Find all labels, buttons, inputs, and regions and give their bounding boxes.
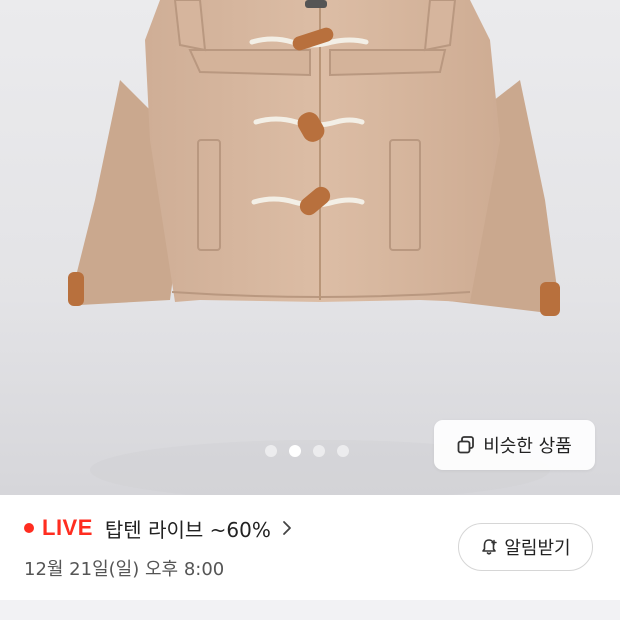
bell-plus-icon (482, 539, 498, 555)
carousel-dot[interactable] (313, 445, 325, 457)
similar-products-label: 비슷한 상품 (483, 436, 572, 457)
carousel-dot[interactable] (337, 445, 349, 457)
similar-products-button[interactable]: 비슷한 상품 (434, 420, 595, 470)
live-datetime: 12월 21일(일) 오후 8:00 (24, 559, 225, 580)
live-header[interactable]: LIVE 탑텐 라이브 ~60% (24, 512, 293, 544)
carousel-dot[interactable] (265, 445, 277, 457)
carousel-indicator (265, 445, 349, 457)
alarm-subscribe-button[interactable]: 알림받기 (458, 523, 593, 571)
product-image-carousel[interactable]: 비슷한 상품 (0, 0, 620, 495)
carousel-dot-active[interactable] (289, 445, 301, 457)
alarm-subscribe-label: 알림받기 (504, 538, 571, 559)
live-title: 탑텐 라이브 ~60% (104, 517, 271, 542)
copy-icon (457, 436, 475, 454)
section-divider (0, 600, 620, 620)
live-banner[interactable]: LIVE 탑텐 라이브 ~60% 12월 21일(일) 오후 8:00 알림받기 (0, 495, 620, 600)
live-indicator-dot (24, 523, 34, 533)
chevron-right-icon (282, 521, 291, 535)
live-badge: LIVE (42, 515, 93, 540)
